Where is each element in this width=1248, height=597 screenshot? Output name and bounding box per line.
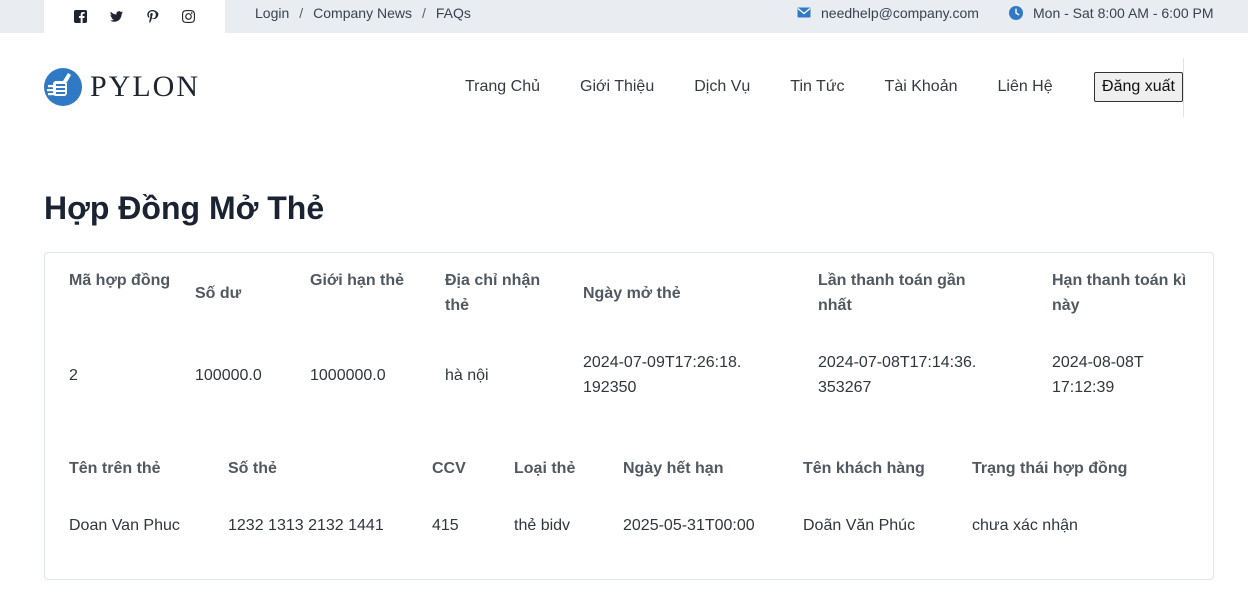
- hours-text: Mon - Sat 8:00 AM - 6:00 PM: [1033, 4, 1214, 21]
- nav-item-news[interactable]: Tin Tức: [790, 72, 844, 102]
- twitter-icon: [110, 11, 123, 22]
- top-links: Login / Company News / FAQs: [255, 0, 471, 25]
- main-nav: Trang Chủ Giới Thiệu Dịch Vụ Tin Tức Tài…: [465, 72, 1093, 102]
- nav-item-home[interactable]: Trang Chủ: [465, 72, 540, 102]
- email-text: needhelp@company.com: [821, 4, 979, 21]
- delivery-address-value: hà nội: [445, 367, 489, 384]
- login-link[interactable]: Login: [255, 5, 289, 21]
- instagram-icon: [182, 10, 195, 23]
- last-payment-value: 2024-07-08T17:14:36.353267: [818, 354, 977, 396]
- brand-name: PYLON: [90, 70, 201, 103]
- facebook-icon: [74, 10, 87, 23]
- nav-item-services[interactable]: Dịch Vụ: [694, 72, 750, 102]
- company-news-link[interactable]: Company News: [313, 5, 412, 21]
- header-customer-name: Tên khách hàng: [803, 460, 925, 477]
- nav-item-account[interactable]: Tài Khoản: [885, 72, 958, 102]
- balance-value: 100000.0: [195, 367, 262, 384]
- header-ccv: CCV: [432, 460, 466, 477]
- card-number-value: 1232 1313 2132 1441: [228, 517, 384, 534]
- site-logo[interactable]: PYLON: [44, 68, 200, 106]
- card-limit-value: 1000000.0: [310, 367, 386, 384]
- header-name-on-card: Tên trên thẻ: [69, 460, 161, 477]
- contract-id-value: 2: [69, 367, 78, 384]
- payment-due-value: 2024-08-08T17:12:39: [1052, 354, 1144, 396]
- clock-icon: [1009, 5, 1023, 20]
- contract-status-value: chưa xác nhận: [972, 517, 1078, 534]
- header-open-date: Ngày mở thẻ: [583, 285, 681, 302]
- instagram-link[interactable]: [182, 5, 218, 29]
- business-hours: Mon - Sat 8:00 AM - 6:00 PM: [1009, 0, 1214, 25]
- twitter-link[interactable]: [110, 5, 146, 29]
- open-date-value: 2024-07-09T17:26:18.192350: [583, 354, 742, 396]
- header-last-payment: Lần thanh toán gần nhất: [818, 272, 966, 314]
- faqs-link[interactable]: FAQs: [436, 5, 471, 21]
- pinterest-icon: [147, 10, 159, 23]
- link-separator: /: [421, 4, 426, 21]
- header-delivery-address: Địa chỉ nhận thẻ: [445, 272, 541, 314]
- header-contract-status: Trạng thái hợp đồng: [972, 460, 1128, 477]
- header-card-limit: Giới hạn thẻ: [310, 272, 405, 289]
- logout-button[interactable]: Đăng xuất: [1094, 72, 1183, 102]
- facebook-link[interactable]: [74, 5, 110, 29]
- ccv-value: 415: [432, 517, 459, 534]
- header-card-number: Số thẻ: [228, 460, 277, 477]
- nav-divider: [1183, 58, 1184, 117]
- header-expiry-date: Ngày hết hạn: [623, 460, 724, 477]
- nav-item-contact[interactable]: Liên Hệ: [997, 72, 1052, 102]
- top-bar: Login / Company News / FAQs needhelp@com…: [0, 0, 1248, 33]
- mail-icon: [797, 7, 811, 18]
- contract-card: Mã hợp đồng Số dư Giới hạn thẻ Địa chỉ n…: [44, 252, 1214, 580]
- header-card-type: Loại thẻ: [514, 460, 576, 477]
- logo-icon: [44, 68, 82, 106]
- page-title: Hợp Đồng Mở Thẻ: [44, 190, 325, 226]
- social-links: [44, 0, 225, 33]
- link-separator: /: [299, 4, 304, 21]
- card-type-value: thẻ bidv: [514, 517, 571, 534]
- contact-email[interactable]: needhelp@company.com: [797, 0, 979, 25]
- expiry-date-value: 2025-05-31T00:00: [623, 517, 755, 534]
- pinterest-link[interactable]: [146, 5, 182, 29]
- name-on-card-value: Doan Van Phuc: [69, 517, 180, 534]
- header-balance: Số dư: [195, 285, 242, 302]
- nav-item-about[interactable]: Giới Thiệu: [580, 72, 654, 102]
- header-payment-due: Hạn thanh toán kì này: [1052, 272, 1187, 314]
- customer-name-value: Doãn Văn Phúc: [803, 517, 916, 534]
- header-contract-id: Mã hợp đồng: [69, 272, 171, 289]
